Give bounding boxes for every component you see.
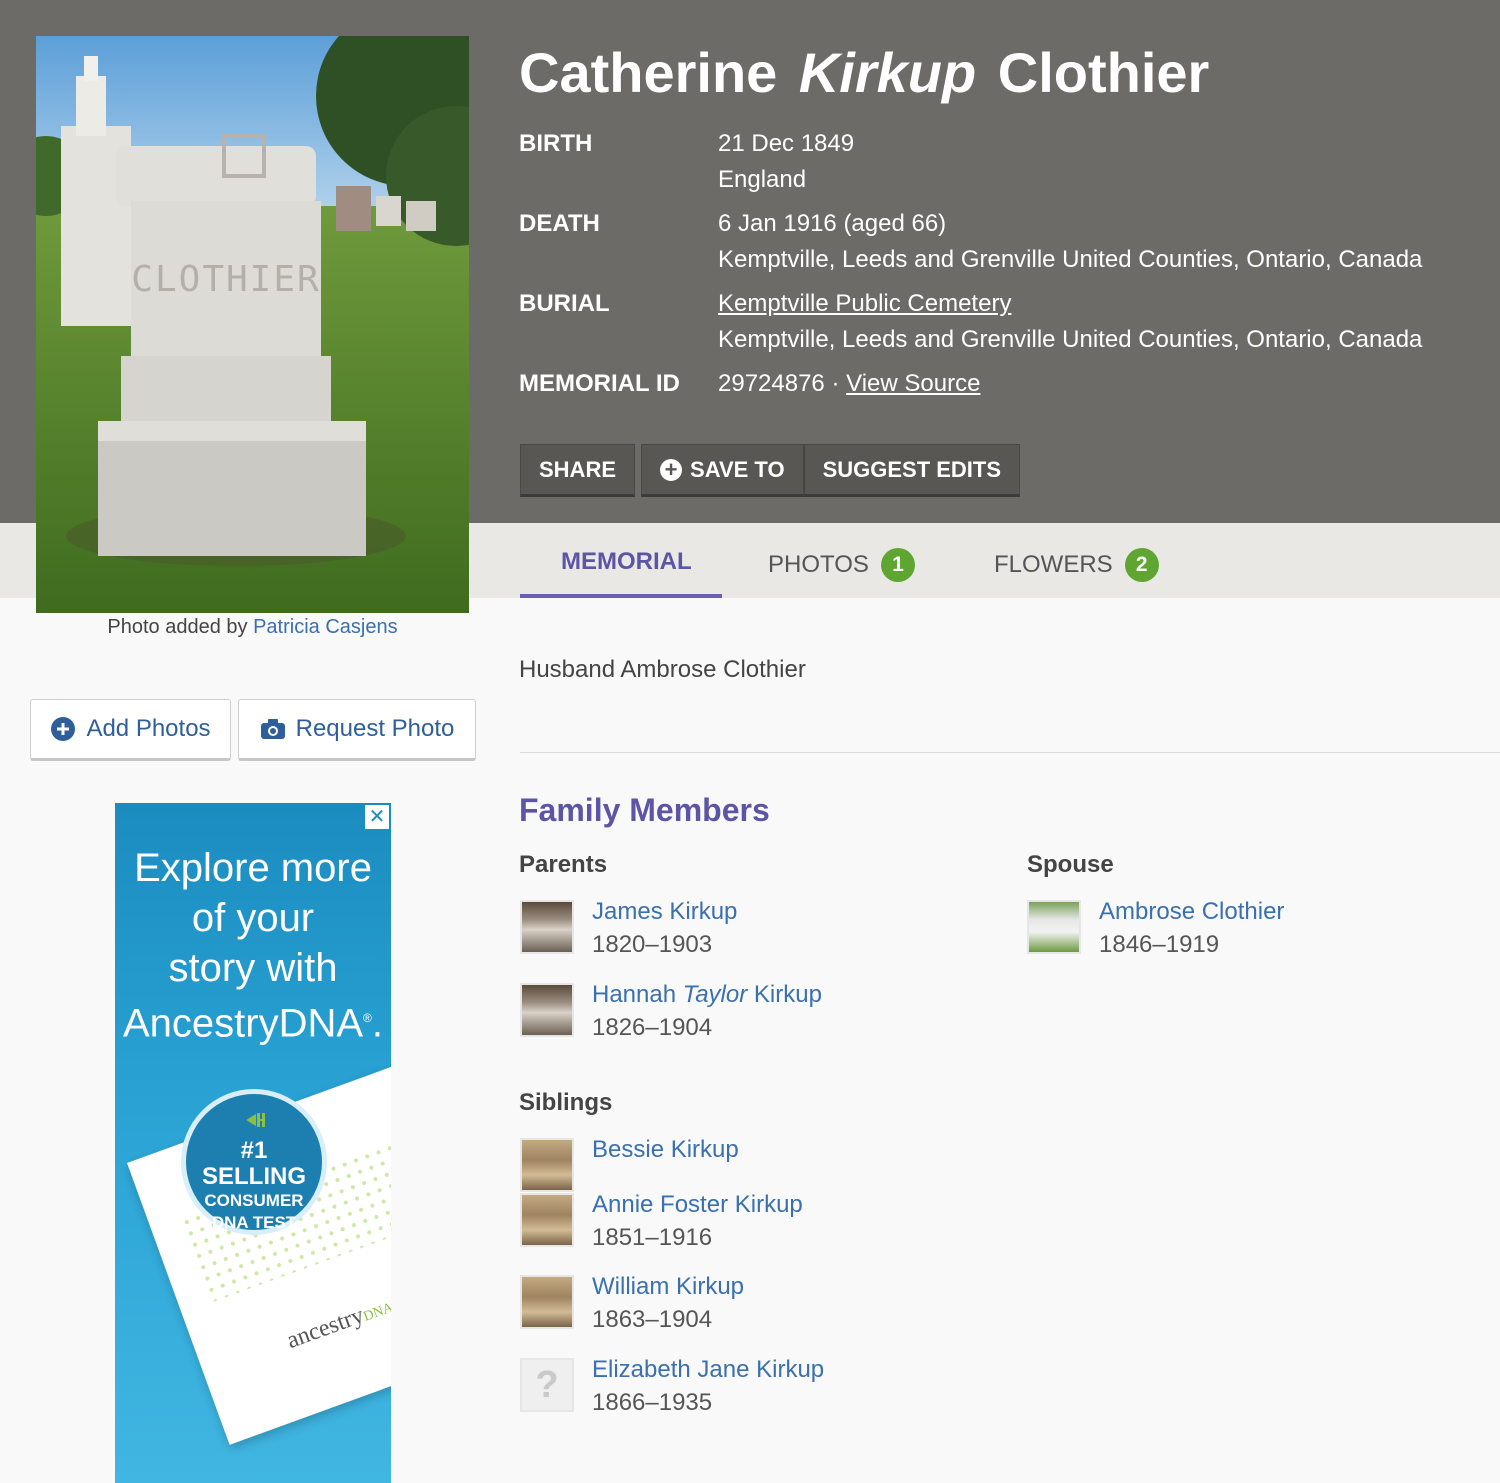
ancestry-leaf-icon	[246, 1113, 265, 1127]
death-place: Kemptville, Leeds and Grenville United C…	[718, 246, 1423, 273]
burial-label: BURIAL	[519, 290, 610, 317]
family-members-heading: Family Members	[519, 792, 770, 828]
memorial-actions: SHARE + SAVE TO SUGGEST EDITS	[520, 444, 1021, 497]
ad-headline-line: AncestryDNA®.	[115, 993, 391, 1048]
member-name-link[interactable]: Hannah Taylor Kirkup	[592, 981, 822, 1009]
member-name-link[interactable]: Ambrose Clothier	[1099, 898, 1284, 926]
member-last-name: Kirkup	[669, 898, 738, 925]
member-dates: 1866–1935	[592, 1389, 713, 1416]
death-date: 6 Jan 1916 (aged 66)	[718, 210, 947, 237]
save-to-label: SAVE TO	[690, 456, 785, 482]
ad-headline: Explore more of your story with Ancestry…	[115, 843, 391, 1048]
ad-headline-line: of your	[191, 896, 315, 940]
selling-badge: #1 SELLING CONSUMER DNA TEST	[181, 1089, 327, 1235]
memorial-photo[interactable]: CLOTHIER	[36, 36, 469, 613]
tab-memorial[interactable]: MEMORIAL	[561, 548, 692, 576]
memorial-name: Catherine Kirkup Clothier	[519, 40, 1209, 105]
member-first-name: Ambrose	[1099, 898, 1196, 925]
cemetery-link[interactable]: Kemptville Public Cemetery	[718, 290, 1011, 318]
ancestry-logo-text: ancestry	[283, 1302, 368, 1354]
badge-line-1: #1 SELLING	[201, 1137, 306, 1190]
spouse-heading: Spouse	[1027, 851, 1114, 878]
first-name: Catherine	[519, 41, 778, 104]
caption-prefix: Photo added by	[107, 616, 248, 638]
share-button[interactable]: SHARE	[520, 444, 636, 497]
member-thumbnail[interactable]	[520, 1138, 574, 1192]
member-dates: 1863–1904	[592, 1306, 713, 1333]
ad-headline-line: Explore more	[134, 846, 372, 890]
memorial-id-label: MEMORIAL ID	[519, 370, 680, 397]
tab-flowers-label: FLOWERS	[994, 551, 1113, 578]
member-thumbnail[interactable]	[520, 983, 574, 1037]
save-to-button[interactable]: + SAVE TO	[641, 444, 804, 497]
ad-brand-name: AncestryDNA	[122, 1001, 364, 1046]
burial-place: Kemptville, Leeds and Grenville United C…	[718, 326, 1423, 353]
camera-icon	[260, 716, 286, 742]
member-dates: 1826–1904	[592, 1014, 713, 1041]
flowers-count-badge: 2	[1124, 548, 1159, 582]
svg-text:CLOTHIER: CLOTHIER	[131, 259, 320, 300]
member-thumbnail[interactable]	[520, 1193, 574, 1247]
member-dates: 1846–1919	[1099, 931, 1220, 958]
tab-memorial-label: MEMORIAL	[561, 548, 692, 575]
ancestry-logo-suffix: DNA	[361, 1300, 391, 1325]
photos-count-badge: 1	[880, 548, 915, 582]
ad-headline-line: story with	[168, 946, 338, 990]
member-name-link[interactable]: Bessie Kirkup	[592, 1136, 739, 1164]
tab-photos[interactable]: PHOTOS 1	[768, 548, 915, 582]
view-source-link[interactable]: View Source	[846, 370, 980, 397]
badge-line-2: CONSUMER	[204, 1191, 304, 1210]
ancestry-logo: ancestryDNA	[283, 1292, 391, 1355]
parents-heading: Parents	[519, 851, 608, 878]
divider	[520, 752, 1500, 753]
photo-caption: Photo added by Patricia Casjens	[36, 616, 469, 639]
member-last-name: Kirkup	[753, 981, 822, 1008]
no-photo-icon[interactable]: ?	[520, 1358, 574, 1412]
member-thumbnail[interactable]	[1027, 900, 1081, 954]
plus-circle-icon	[50, 716, 76, 742]
ancestry-dna-ad[interactable]: ✕ Explore more of your story with Ancest…	[115, 803, 391, 1483]
member-name-link[interactable]: Elizabeth Jane Kirkup	[592, 1356, 824, 1384]
add-photos-button[interactable]: Add Photos	[30, 699, 231, 761]
member-thumbnail[interactable]	[520, 900, 574, 954]
request-photo-button[interactable]: Request Photo	[238, 699, 476, 761]
last-name: Clothier	[997, 41, 1210, 104]
action-group: + SAVE TO SUGGEST EDITS	[641, 444, 1021, 497]
ad-period: .	[371, 1001, 384, 1046]
siblings-heading: Siblings	[519, 1089, 613, 1116]
suggest-edits-button[interactable]: SUGGEST EDITS	[803, 444, 1021, 497]
member-first-name: James	[592, 898, 663, 925]
tab-flowers[interactable]: FLOWERS 2	[994, 548, 1159, 582]
member-name-link[interactable]: James Kirkup	[592, 898, 737, 926]
tab-photos-label: PHOTOS	[768, 551, 869, 578]
registered-mark: ®	[363, 1011, 372, 1025]
member-thumbnail[interactable]	[520, 1275, 574, 1329]
member-maiden-name: Taylor	[682, 981, 748, 1008]
plus-circle-icon: +	[660, 458, 683, 481]
memorial-id: 29724876 ·	[718, 370, 840, 397]
add-photos-label: Add Photos	[86, 715, 211, 742]
memorial-id-value: 29724876 · View Source	[718, 370, 980, 398]
death-label: DEATH	[519, 210, 600, 237]
memorial-bio: Husband Ambrose Clothier	[519, 656, 806, 683]
birth-date: 21 Dec 1849	[718, 130, 855, 157]
request-photo-label: Request Photo	[295, 715, 455, 742]
photo-author-link[interactable]: Patricia Casjens	[253, 616, 398, 638]
ad-close-icon[interactable]: ✕	[365, 805, 389, 829]
member-name-link[interactable]: William Kirkup	[592, 1273, 744, 1301]
member-dates: 1851–1916	[592, 1224, 713, 1251]
badge-line-3: DNA TEST	[211, 1213, 297, 1232]
member-dates: 1820–1903	[592, 931, 713, 958]
member-last-name: Clothier	[1201, 898, 1285, 925]
member-name-link[interactable]: Annie Foster Kirkup	[592, 1191, 803, 1219]
birth-place: England	[718, 166, 807, 193]
maiden-name: Kirkup	[798, 41, 977, 104]
active-tab-indicator	[520, 594, 722, 598]
member-first-name: Hannah	[592, 981, 677, 1008]
birth-label: BIRTH	[519, 130, 593, 157]
